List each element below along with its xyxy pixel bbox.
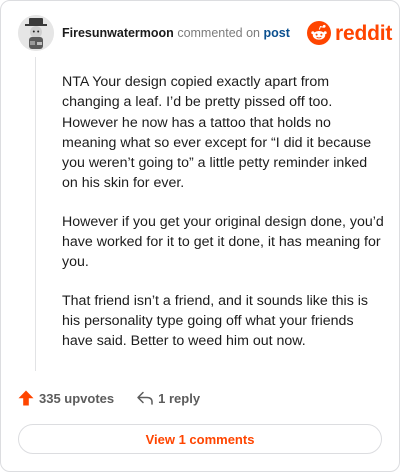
avatar[interactable] <box>18 15 54 51</box>
upvote-button[interactable]: 335 upvotes <box>17 389 114 407</box>
upvote-count: 335 upvotes <box>39 390 115 406</box>
comment-paragraph: However if you get your original design … <box>62 213 384 271</box>
action-text: commented on <box>177 26 260 40</box>
comment-body: NTA Your design copied exactly apart fro… <box>62 72 384 370</box>
reddit-snoo-icon <box>307 21 331 45</box>
username-link[interactable]: Firesunwatermoon <box>62 26 174 40</box>
reply-arrow-icon <box>137 391 153 405</box>
reply-button[interactable]: 1 reply <box>136 390 200 406</box>
avatar-icon <box>18 15 54 51</box>
comment-actions: 335 upvotes 1 reply <box>17 389 200 407</box>
thread-line[interactable] <box>35 57 36 371</box>
comment-paragraph: That friend isn’t a friend, and it sound… <box>62 292 368 350</box>
upvote-arrow-icon <box>18 390 34 406</box>
reply-count: 1 reply <box>158 390 201 406</box>
reddit-wordmark: reddit <box>335 21 393 45</box>
post-link[interactable]: post <box>263 26 289 40</box>
view-comments-button[interactable]: View 1 comments <box>18 424 382 454</box>
reddit-logo[interactable]: reddit <box>307 21 392 45</box>
comment-card: Firesunwatermoon commented on post reddi… <box>0 0 400 472</box>
comment-paragraph: NTA Your design copied exactly apart fro… <box>62 74 372 192</box>
comment-header: Firesunwatermoon commented on post <box>62 26 290 40</box>
